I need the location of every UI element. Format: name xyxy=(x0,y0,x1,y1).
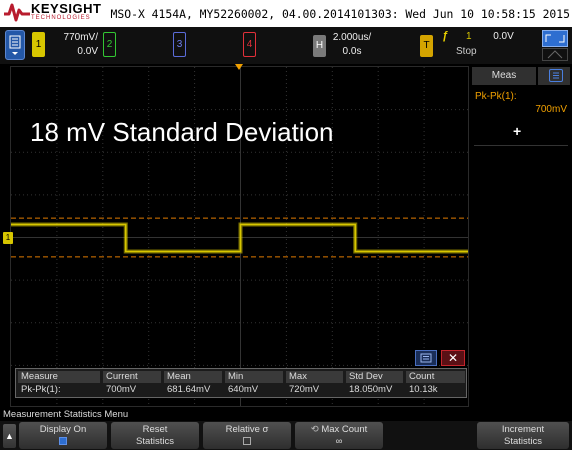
trigger-edge-icon: ƒ xyxy=(442,30,449,42)
keysight-logo-icon xyxy=(4,3,30,22)
trigger-button[interactable]: T xyxy=(420,35,433,57)
up-arrow-icon: ▲ xyxy=(5,431,14,441)
table-icon[interactable] xyxy=(549,69,563,82)
instrument-info: MSO-X 4154A, MY52260002, 04.00.201410130… xyxy=(110,7,570,21)
channel-1-settings[interactable]: 770mV/ 0.0V xyxy=(52,31,98,59)
max-count-softkey[interactable]: ⟲ Max Count ∞ xyxy=(295,422,383,449)
table-icon xyxy=(420,353,432,363)
stats-header-max: Max xyxy=(286,371,343,383)
channel-1-scale: 770mV/ xyxy=(63,32,98,43)
horizontal-settings[interactable]: 2.000us/ 0.0s xyxy=(332,31,372,59)
increment-label-line1: Increment xyxy=(501,424,545,435)
increment-label-line2: Statistics xyxy=(503,436,542,447)
add-measurement-button[interactable]: + xyxy=(513,123,521,139)
trigger-position-marker[interactable] xyxy=(235,64,243,70)
max-count-value: ∞ xyxy=(335,436,343,447)
meas-tab[interactable]: Meas xyxy=(472,67,536,85)
main-menu-button[interactable] xyxy=(5,30,25,60)
header-bar: KEYSIGHT TECHNOLOGIES MSO-X 4154A, MY522… xyxy=(0,0,572,27)
close-stats-button[interactable]: ✕ xyxy=(441,350,465,366)
display-on-softkey[interactable]: Display On xyxy=(19,422,107,449)
channel-1-button[interactable]: 1 xyxy=(32,32,45,57)
channel-2-button[interactable]: 2 xyxy=(103,32,116,57)
stats-table-icon[interactable] xyxy=(415,350,437,366)
measurement-sidebar xyxy=(470,66,572,407)
stats-header-current: Current xyxy=(103,371,161,383)
stats-cell: 18.050mV xyxy=(349,384,393,395)
trigger-source: 1 xyxy=(466,31,472,42)
max-count-label: Max Count xyxy=(321,424,368,435)
channel-4-button[interactable]: 4 xyxy=(243,32,256,57)
brand-subtitle: TECHNOLOGIES xyxy=(31,15,91,21)
zoom-button[interactable] xyxy=(542,30,568,47)
stats-cell: Pk-Pk(1): xyxy=(21,384,61,395)
channel-3-button[interactable]: 3 xyxy=(173,32,186,57)
stats-header-measure: Measure xyxy=(18,371,100,383)
stats-header-min: Min xyxy=(225,371,283,383)
stats-header-mean: Mean xyxy=(164,371,222,383)
reset-label-line1: Reset xyxy=(142,424,168,435)
stats-cell: 640mV xyxy=(228,384,259,395)
stats-cell: 720mV xyxy=(289,384,320,395)
touch-gesture-icon xyxy=(547,50,563,59)
annotation-text: 18 mV Standard Deviation xyxy=(30,117,334,147)
horizontal-button[interactable]: H xyxy=(313,35,326,57)
stats-header-count: Count xyxy=(406,371,465,383)
meas-tab-label: Meas xyxy=(491,70,517,81)
sidebar-divider xyxy=(474,145,568,146)
relative-sigma-label: Relative σ xyxy=(225,424,269,435)
measurement-name: Pk-Pk(1): xyxy=(475,91,517,102)
touch-gesture-button[interactable] xyxy=(542,48,568,61)
menu-title: Measurement Statistics Menu xyxy=(3,409,129,420)
close-icon: ✕ xyxy=(447,351,459,365)
display-on-checkbox[interactable] xyxy=(59,437,67,446)
horizontal-delay: 0.0s xyxy=(342,46,362,57)
increment-statistics-softkey[interactable]: Increment Statistics xyxy=(477,422,569,449)
knob-icon: ⟲ xyxy=(310,424,319,435)
menu-up-button[interactable]: ▲ xyxy=(3,424,16,448)
stats-cell: 10.13k xyxy=(409,384,438,395)
stats-cell: 681.64mV xyxy=(167,384,211,395)
stats-header-std-dev: Std Dev xyxy=(346,371,403,383)
menu-icon xyxy=(9,35,21,55)
measurement-value: 700mV xyxy=(535,104,567,115)
relative-sigma-softkey[interactable]: Relative σ xyxy=(203,422,291,449)
channel-1-offset: 0.0V xyxy=(77,46,98,57)
horizontal-scale: 2.000us/ xyxy=(332,32,372,43)
relative-sigma-checkbox[interactable] xyxy=(243,437,251,446)
trigger-level[interactable]: 0.0V xyxy=(481,31,526,42)
stats-cell: 700mV xyxy=(106,384,137,395)
zoom-icon xyxy=(545,34,565,43)
channel-1-ground-marker[interactable]: 1 xyxy=(3,232,13,244)
brand-name: KEYSIGHT xyxy=(31,1,102,16)
display-on-label: Display On xyxy=(39,424,87,435)
acquisition-status: Stop xyxy=(456,46,477,57)
reset-label-line2: Statistics xyxy=(135,436,174,447)
table-icon-graphic xyxy=(553,72,559,79)
reset-statistics-softkey[interactable]: Reset Statistics xyxy=(111,422,199,449)
